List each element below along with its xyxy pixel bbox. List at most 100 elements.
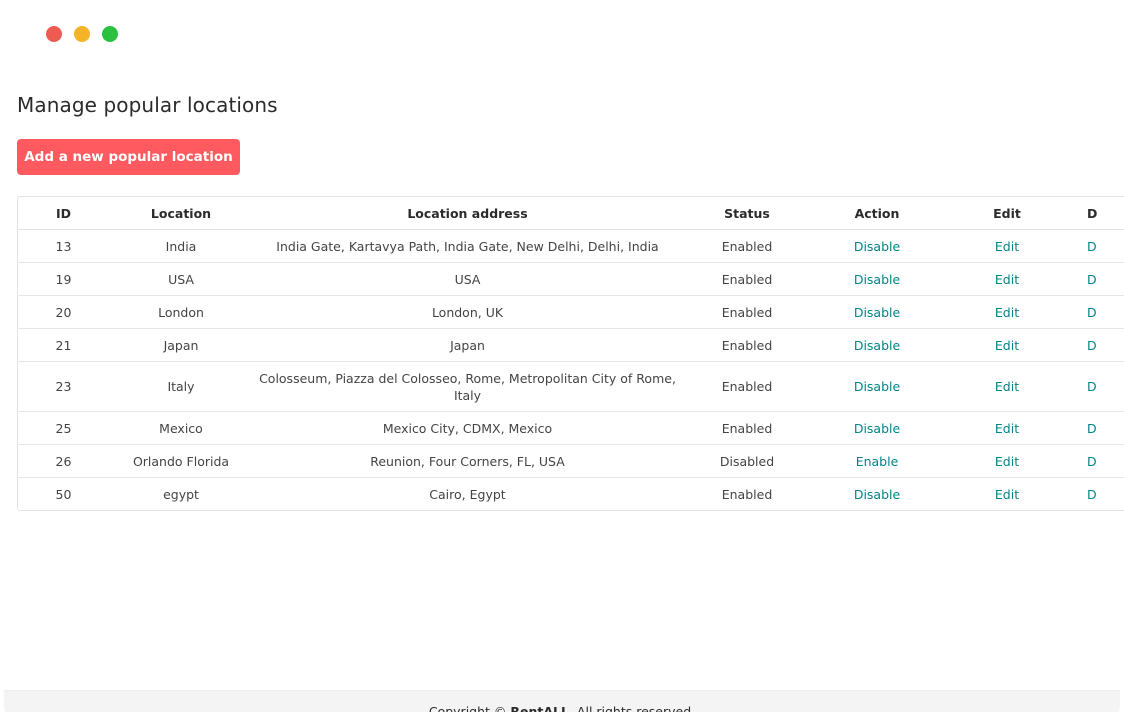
cell-address: Cairo, Egypt — [429, 486, 506, 502]
cell-edit: Edit — [942, 262, 1072, 296]
cell-location: Italy — [109, 361, 253, 412]
table-row: 21 Japan Japan Enabled Disable Edit D — [18, 328, 1124, 362]
cell-location: Mexico — [109, 411, 253, 445]
cell-delete: D — [1072, 262, 1124, 296]
brand-name: RentALL — [510, 704, 569, 712]
close-window-button[interactable] — [46, 26, 62, 42]
table-row: 20 London London, UK Enabled Disable Edi… — [18, 295, 1124, 329]
table-body: 13 India India Gate, Kartavya Path, Indi… — [18, 229, 1124, 511]
edit-link[interactable]: Edit — [995, 239, 1019, 254]
edit-link[interactable]: Edit — [995, 338, 1019, 353]
delete-link[interactable]: D — [1087, 239, 1097, 254]
cell-address: USA — [253, 262, 682, 296]
locations-table-container: ID Location Location address Status Acti… — [17, 196, 1124, 511]
toggle-status-link[interactable]: Disable — [854, 379, 900, 394]
maximize-window-button[interactable] — [102, 26, 118, 42]
table-header: ID Location Location address Status Acti… — [18, 197, 1124, 230]
cell-action: Disable — [812, 295, 942, 329]
delete-link[interactable]: D — [1087, 487, 1097, 502]
cell-location: London — [109, 295, 253, 329]
edit-link[interactable]: Edit — [995, 421, 1019, 436]
toggle-status-link[interactable]: Disable — [854, 421, 900, 436]
cell-action: Disable — [812, 229, 942, 263]
table-row: 13 India India Gate, Kartavya Path, Indi… — [18, 229, 1124, 263]
cell-location: USA — [109, 262, 253, 296]
cell-id: 50 — [55, 486, 72, 502]
copyright-prefix: Copyright © — [428, 704, 511, 712]
cell-location: egypt — [163, 486, 199, 502]
edit-link[interactable]: Edit — [995, 487, 1019, 502]
table-row: 26 Orlando Florida Reunion, Four Corners… — [18, 444, 1124, 478]
cell-status: Enabled — [682, 295, 812, 329]
cell-delete: D — [1072, 295, 1124, 329]
cell-id: 25 — [18, 411, 109, 445]
toggle-status-link[interactable]: Disable — [854, 305, 900, 320]
add-popular-location-button[interactable]: Add a new popular location — [17, 139, 240, 175]
cell-id: 23 — [18, 361, 109, 412]
delete-link[interactable]: D — [1087, 421, 1097, 436]
delete-link[interactable]: D — [1087, 272, 1097, 287]
column-header-delete: D — [1072, 197, 1124, 230]
table-row: 25 Mexico Mexico City, CDMX, Mexico Enab… — [18, 411, 1124, 445]
cell-delete: D — [1072, 478, 1124, 511]
cell-action: Disable — [812, 411, 942, 445]
delete-link[interactable]: D — [1087, 454, 1097, 469]
app-window: Manage popular locations Add a new popul… — [0, 0, 1124, 712]
cell-id: 19 — [18, 262, 109, 296]
cell-location: Japan — [109, 328, 253, 362]
cell-status: Disabled — [682, 444, 812, 478]
table-row: 50 egypt Cairo, Egypt Enabled Disable Ed… — [18, 478, 1124, 511]
edit-link[interactable]: Edit — [995, 379, 1019, 394]
toggle-status-link[interactable]: Disable — [854, 338, 900, 353]
column-header-edit: Edit — [942, 197, 1072, 230]
cell-address: London, UK — [253, 295, 682, 329]
locations-table: ID Location Location address Status Acti… — [18, 197, 1124, 510]
cell-action: Disable — [812, 361, 942, 412]
cell-location: India — [109, 229, 253, 263]
cell-edit: Edit — [942, 444, 1072, 478]
cell-address: Japan — [253, 328, 682, 362]
edit-link[interactable]: Edit — [995, 272, 1019, 287]
cell-edit: Edit — [942, 361, 1072, 412]
toggle-status-link[interactable]: Enable — [856, 454, 899, 469]
cell-edit: Edit — [942, 229, 1072, 263]
cell-edit: Edit — [942, 478, 1072, 511]
cell-edit: Edit — [942, 328, 1072, 362]
delete-link[interactable]: D — [1087, 379, 1097, 394]
table-row: 23 Italy Colosseum, Piazza del Colosseo,… — [18, 361, 1124, 412]
delete-link[interactable]: D — [1087, 305, 1097, 320]
edit-link[interactable]: Edit — [995, 454, 1019, 469]
cell-edit: Edit — [942, 411, 1072, 445]
cell-action: Disable — [812, 262, 942, 296]
column-header-address: Location address — [253, 197, 682, 230]
toggle-status-link[interactable]: Disable — [854, 239, 900, 254]
cell-address: Mexico City, CDMX, Mexico — [253, 411, 682, 445]
cell-edit: Edit — [942, 295, 1072, 329]
cell-address: India Gate, Kartavya Path, India Gate, N… — [253, 229, 682, 263]
cell-status: Enabled — [682, 361, 812, 412]
cell-status: Enabled — [682, 229, 812, 263]
cell-id: 21 — [18, 328, 109, 362]
page-footer: Copyright © RentALL. All rights reserved… — [4, 690, 1120, 712]
page-title: Manage popular locations — [17, 93, 278, 117]
toggle-status-link[interactable]: Disable — [854, 487, 900, 502]
toggle-status-link[interactable]: Disable — [854, 272, 900, 287]
minimize-window-button[interactable] — [74, 26, 90, 42]
cell-status: Enabled — [682, 262, 812, 296]
edit-link[interactable]: Edit — [995, 305, 1019, 320]
cell-id: 13 — [18, 229, 109, 263]
table-header-row: ID Location Location address Status Acti… — [18, 197, 1124, 230]
column-header-action: Action — [812, 197, 942, 230]
column-header-location: Location — [109, 197, 253, 230]
column-header-status: Status — [682, 197, 812, 230]
cell-status: Enabled — [682, 411, 812, 445]
cell-action: Enable — [812, 444, 942, 478]
table-row: 19 USA USA Enabled Disable Edit D — [18, 262, 1124, 296]
cell-location: Orlando Florida — [109, 444, 253, 478]
cell-address: Colosseum, Piazza del Colosseo, Rome, Me… — [253, 361, 682, 412]
cell-delete: D — [1072, 328, 1124, 362]
cell-delete: D — [1072, 361, 1124, 412]
cell-address: Reunion, Four Corners, FL, USA — [253, 444, 682, 478]
cell-delete: D — [1072, 229, 1124, 263]
delete-link[interactable]: D — [1087, 338, 1097, 353]
